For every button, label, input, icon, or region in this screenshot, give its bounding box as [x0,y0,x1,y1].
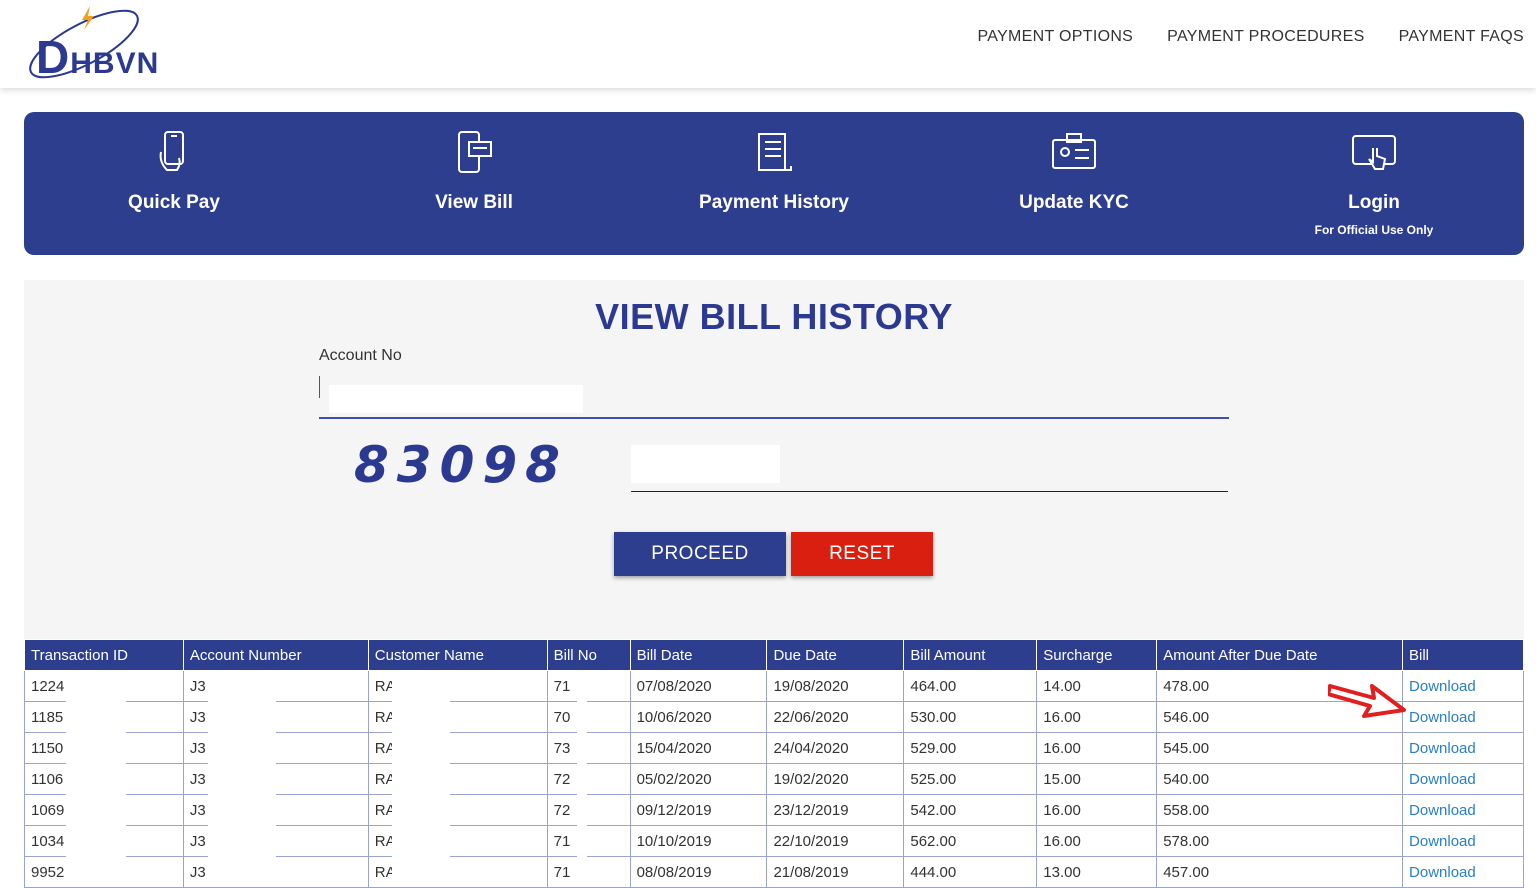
cell-bill-date: 10/06/2020 [629,701,768,733]
reset-button[interactable]: RESET [791,532,933,576]
cell-bill-amount: 562.00 [903,825,1038,857]
captcha-input[interactable] [631,445,780,483]
download-link[interactable]: Download [1402,732,1524,764]
cell-bill-amount: 464.00 [903,670,1038,702]
cell-bill-amount: 542.00 [903,794,1038,826]
cell-amount-after-due: 457.00 [1156,856,1404,888]
cell-due-date: 21/08/2019 [766,856,905,888]
redaction-mask [66,676,126,879]
captcha-image: 83098 [354,436,568,494]
id-card-icon [1052,133,1096,169]
action-update-kyc[interactable]: Update KYC [924,112,1224,255]
cell-amount-after-due: 558.00 [1156,794,1404,826]
action-label: Update KYC [1019,192,1129,213]
col-due-date[interactable]: Due Date [766,639,905,671]
download-link[interactable]: Download [1402,701,1524,733]
col-bill-date[interactable]: Bill Date [629,639,768,671]
action-view-bill[interactable]: View Bill [324,112,624,255]
cell-bill-no: 71 [546,825,631,857]
cell-bill-amount: 529.00 [903,732,1038,764]
col-customer-name[interactable]: Customer Name [367,639,548,671]
cell-bill-date: 07/08/2020 [629,670,768,702]
cell-surcharge: 15.00 [1036,763,1158,795]
touch-screen-icon [1352,135,1396,170]
logo-text: DHBVN [36,31,160,83]
phone-hand-icon [159,131,184,171]
site-header: DHBVN PAYMENT OPTIONS PAYMENT PROCEDURES… [0,0,1536,88]
redaction-mask [577,676,587,879]
col-account-number[interactable]: Account Number [182,639,369,671]
action-payment-history[interactable]: Payment History [624,112,924,255]
cell-due-date: 19/08/2020 [766,670,905,702]
cell-amount-after-due: 545.00 [1156,732,1404,764]
col-bill-no[interactable]: Bill No [546,639,631,671]
cell-bill-date: 05/02/2020 [629,763,768,795]
action-login[interactable]: Login For Official Use Only [1224,112,1524,255]
table-header-row: Transaction ID Account Number Customer N… [24,639,1524,671]
col-bill[interactable]: Bill [1402,639,1524,671]
download-link[interactable]: Download [1402,763,1524,795]
action-label: Quick Pay [128,192,220,213]
account-underline [319,417,1229,419]
cell-due-date: 22/06/2020 [766,701,905,733]
top-nav: PAYMENT OPTIONS PAYMENT PROCEDURES PAYME… [978,28,1524,46]
nav-payment-faqs[interactable]: PAYMENT FAQS [1399,28,1524,46]
cell-due-date: 23/12/2019 [766,794,905,826]
cell-bill-no: 73 [546,732,631,764]
cell-due-date: 24/04/2020 [766,732,905,764]
cell-due-date: 22/10/2019 [766,825,905,857]
action-quick-pay[interactable]: Quick Pay [24,112,324,255]
nav-payment-options[interactable]: PAYMENT OPTIONS [978,28,1134,46]
account-no-input[interactable] [329,385,583,413]
cell-bill-no: 72 [546,763,631,795]
dhbvn-logo[interactable]: DHBVN [22,4,182,83]
service-bar: Quick Pay View Bill Payment History Upda… [24,112,1524,255]
cell-bill-no: 70 [546,701,631,733]
col-bill-amount[interactable]: Bill Amount [903,639,1038,671]
nav-payment-procedures[interactable]: PAYMENT PROCEDURES [1167,28,1364,46]
cell-bill-no: 71 [546,856,631,888]
download-link[interactable]: Download [1402,856,1524,888]
cell-bill-amount: 444.00 [903,856,1038,888]
cell-amount-after-due: 540.00 [1156,763,1404,795]
cell-surcharge: 16.00 [1036,794,1158,826]
col-amount-after-due[interactable]: Amount After Due Date [1156,639,1404,671]
col-transaction-id[interactable]: Transaction ID [24,639,184,671]
download-link[interactable]: Download [1402,794,1524,826]
cell-bill-no: 72 [546,794,631,826]
cell-surcharge: 13.00 [1036,856,1158,888]
cell-amount-after-due: 578.00 [1156,825,1404,857]
redaction-mask [208,676,276,879]
cell-surcharge: 16.00 [1036,732,1158,764]
download-link[interactable]: Download [1402,825,1524,857]
cell-due-date: 19/02/2020 [766,763,905,795]
cell-bill-amount: 530.00 [903,701,1038,733]
page-title: VIEW BILL HISTORY [595,296,953,337]
text-cursor [319,376,320,398]
mobile-bill-icon [458,131,492,173]
account-no-label: Account No [319,347,402,364]
scroll-list-icon [758,133,792,171]
cell-bill-date: 09/12/2019 [629,794,768,826]
cell-bill-no: 71 [546,670,631,702]
captcha-underline [631,491,1228,492]
annotation-arrow-icon [1328,684,1406,718]
cell-surcharge: 16.00 [1036,825,1158,857]
action-label: View Bill [435,192,513,213]
col-surcharge[interactable]: Surcharge [1036,639,1158,671]
cell-bill-date: 08/08/2019 [629,856,768,888]
cell-surcharge: 14.00 [1036,670,1158,702]
cell-surcharge: 16.00 [1036,701,1158,733]
proceed-button[interactable]: PROCEED [614,532,786,576]
cell-bill-amount: 525.00 [903,763,1038,795]
action-label: Payment History [699,192,849,213]
cell-bill-date: 10/10/2019 [629,825,768,857]
action-label: Login [1348,192,1400,213]
action-sublabel: For Official Use Only [1314,223,1434,237]
cell-bill-date: 15/04/2020 [629,732,768,764]
redaction-mask [392,676,450,879]
download-link[interactable]: Download [1402,670,1524,702]
